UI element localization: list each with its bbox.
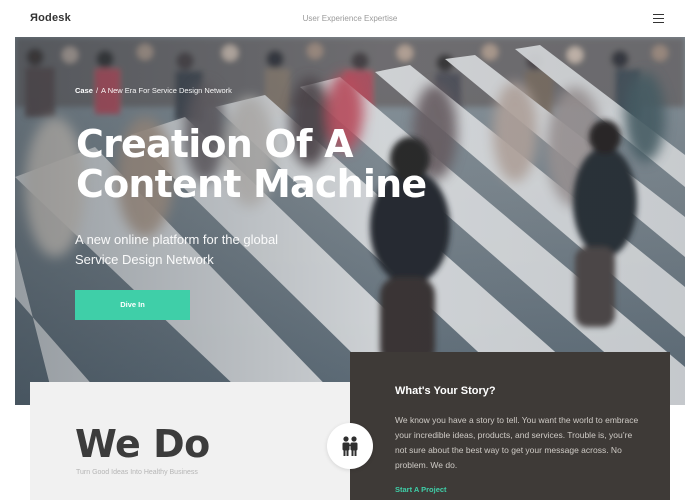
story-card: What's Your Story? We know you have a st… <box>350 352 670 500</box>
hero-section: Case / A New Era For Service Design Networ… <box>15 37 685 405</box>
breadcrumb: Case / A New Era For Service Design Networ… <box>75 86 232 95</box>
breadcrumb-section[interactable]: Case <box>75 86 93 95</box>
story-body: We know you have a story to tell. You wa… <box>395 415 639 470</box>
people-icon <box>342 436 358 456</box>
we-do-card: We Do Turn Good Ideas Into Healthy Busin… <box>30 382 350 500</box>
hero-title: Creation Of A Content Machine <box>76 122 427 206</box>
people-icon-badge <box>327 423 373 469</box>
menu-line <box>653 14 664 16</box>
site-header: Яodesk User Experience Expertise <box>0 0 700 37</box>
menu-line <box>653 21 664 23</box>
menu-line <box>653 17 664 20</box>
we-do-subtitle: Turn Good Ideas Into Healthy Business <box>76 469 198 476</box>
we-do-title: We Do <box>75 422 210 466</box>
breadcrumb-page: A New Era For Service Design Network <box>101 86 232 95</box>
breadcrumb-separator: / <box>95 86 99 95</box>
hero-subtitle: A new online platform for the global Ser… <box>75 232 279 267</box>
start-project-link[interactable]: Start A Project <box>395 485 447 494</box>
story-title: What's Your Story? <box>395 385 496 397</box>
page: Яodesk User Experience Expertise Case / … <box>0 0 700 500</box>
hamburger-menu-icon[interactable] <box>653 14 664 23</box>
tagline: User Experience Expertise <box>302 14 398 23</box>
dive-in-button[interactable]: Dive In <box>75 290 190 320</box>
